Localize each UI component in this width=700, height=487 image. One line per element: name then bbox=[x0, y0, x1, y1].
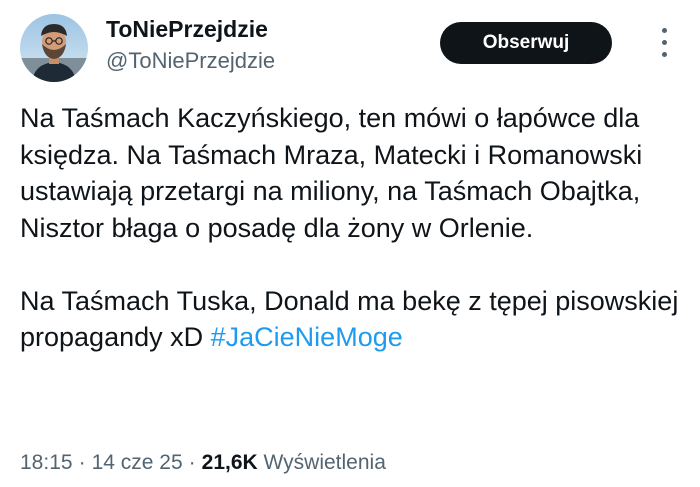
tweet-paragraph-1: Na Taśmach Kaczyńskiego, ten mówi o łapó… bbox=[20, 103, 643, 243]
tweet-card: ToNiePrzejdzie @ToNiePrzejdzie Obserwuj … bbox=[0, 0, 700, 487]
tweet-text: Na Taśmach Kaczyńskiego, ten mówi o łapó… bbox=[20, 100, 690, 356]
tweet-time[interactable]: 18:15 bbox=[20, 451, 73, 474]
meta-separator: · bbox=[78, 451, 86, 474]
follow-button[interactable]: Obserwuj bbox=[440, 22, 612, 64]
meta-separator: · bbox=[188, 451, 196, 474]
author-display-name[interactable]: ToNiePrzejdzie bbox=[106, 14, 275, 44]
hashtag-link[interactable]: #JaCieNieMoge bbox=[211, 322, 403, 352]
tweet-meta: 18:15 · 14 cze 25 · 21,6K Wyświetlenia bbox=[20, 449, 386, 477]
tweet-date[interactable]: 14 cze 25 bbox=[92, 451, 183, 474]
more-vertical-icon[interactable] bbox=[654, 26, 676, 60]
views-label: Wyświetlenia bbox=[263, 451, 386, 474]
more-dot bbox=[662, 40, 667, 45]
author-handle[interactable]: @ToNiePrzejdzie bbox=[106, 46, 275, 76]
tweet-paragraph-2: Na Taśmach Tuska, Donald ma bekę z tępej… bbox=[20, 283, 690, 356]
more-dot bbox=[662, 28, 667, 33]
author-block: ToNiePrzejdzie @ToNiePrzejdzie bbox=[106, 14, 275, 76]
avatar-image bbox=[20, 14, 88, 82]
avatar[interactable] bbox=[20, 14, 88, 82]
more-dot bbox=[662, 52, 667, 57]
views-count: 21,6K bbox=[201, 451, 258, 474]
